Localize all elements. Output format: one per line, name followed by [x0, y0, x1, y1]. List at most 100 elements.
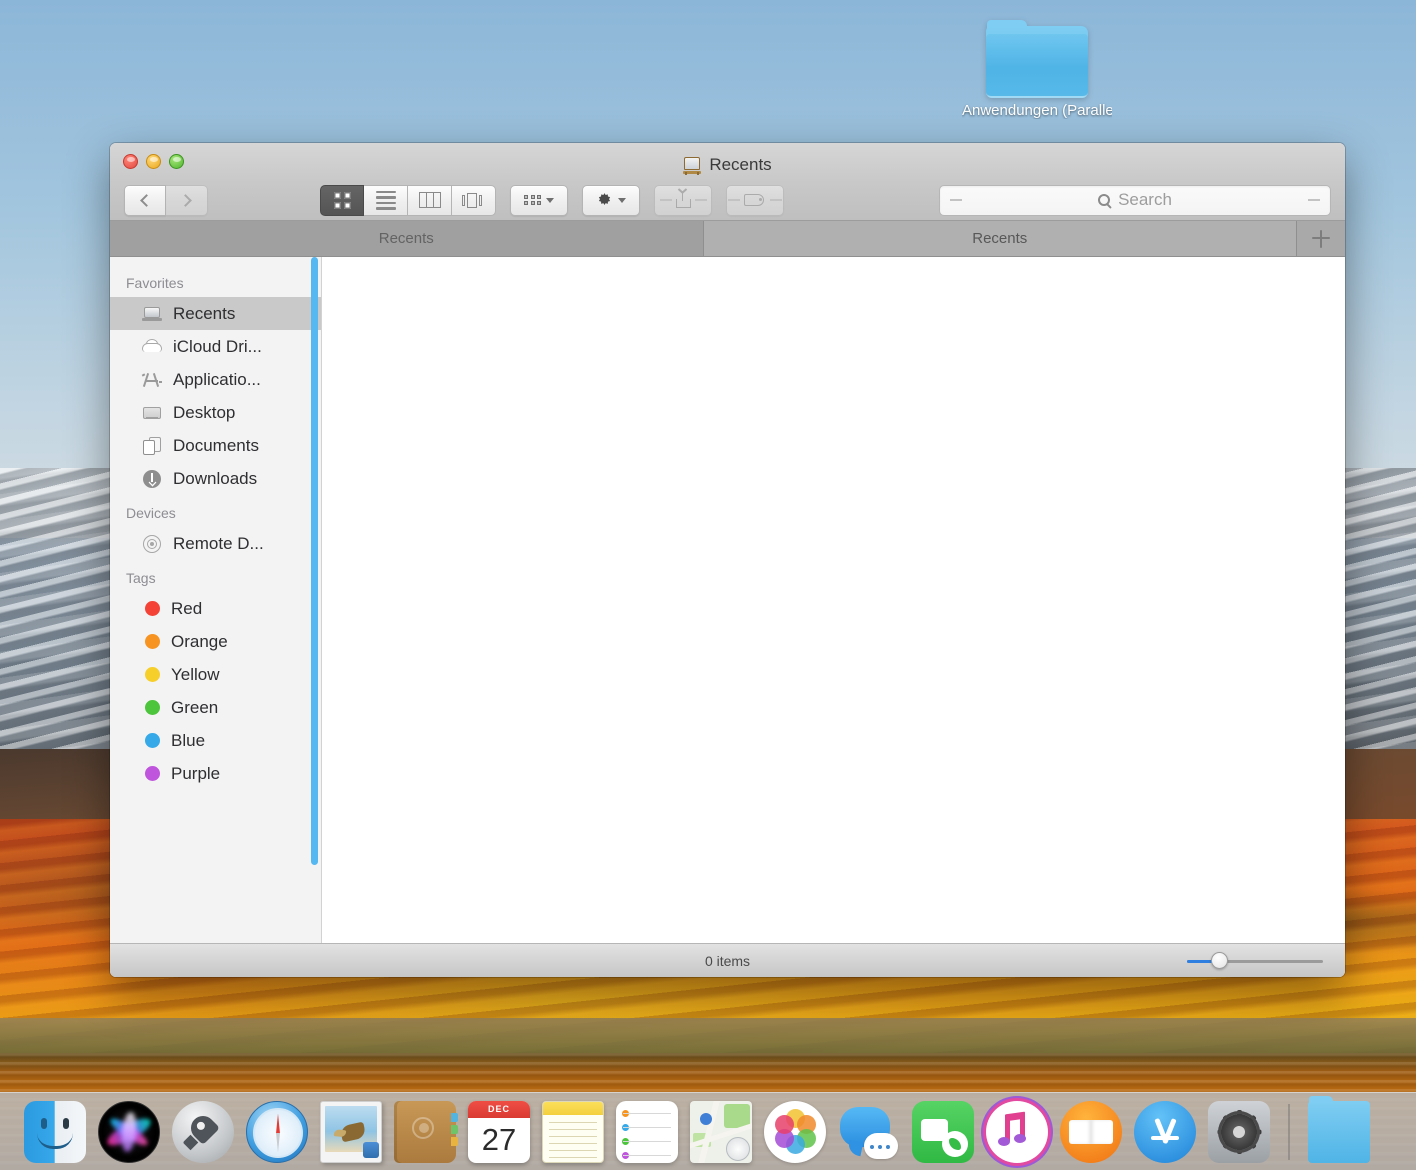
dock-item-appstore[interactable]: [1134, 1100, 1196, 1163]
search-icon: [1098, 194, 1111, 206]
tag-dot-icon: [145, 766, 160, 781]
chevron-right-icon: [178, 193, 192, 207]
dock-item-siri[interactable]: [98, 1100, 160, 1163]
window-body: Favorites Recents iCloud Dri... Applicat…: [110, 257, 1345, 943]
dock-item-messages[interactable]: [838, 1101, 900, 1163]
sidebar-item-label: Blue: [171, 730, 206, 750]
tag-dot-icon: [145, 667, 160, 682]
sidebar-item-tag-orange[interactable]: Orange: [110, 625, 321, 658]
recents-clock-icon: [683, 156, 702, 175]
downloads-icon: [142, 469, 162, 489]
dock-item-itunes[interactable]: [986, 1100, 1048, 1163]
sidebar-item-tag-purple[interactable]: Purple: [110, 757, 321, 790]
dock-item-facetime[interactable]: [912, 1100, 974, 1163]
desktop-icon: [142, 403, 162, 423]
dock-item-downloads-folder[interactable]: [1308, 1095, 1370, 1163]
window-titlebar[interactable]: Recents Search: [110, 143, 1345, 221]
sidebar-item-tag-red[interactable]: Red: [110, 592, 321, 625]
list-view-icon: [375, 190, 396, 210]
sidebar-section-tags-header: Tags: [126, 570, 156, 586]
dock-item-reminders[interactable]: [616, 1100, 678, 1163]
remote-disc-icon: [142, 534, 162, 554]
sidebar-item-label: Purple: [171, 763, 221, 783]
arrange-by-button[interactable]: [510, 184, 568, 216]
sidebar-item-tag-green[interactable]: Green: [110, 691, 321, 724]
desktop-folder-label: Anwendungen (Parallels): [962, 102, 1112, 119]
sidebar-item-remote-disc[interactable]: Remote D...: [110, 527, 321, 560]
close-button[interactable]: [123, 154, 138, 169]
sidebar-item-tag-yellow[interactable]: Yellow: [110, 658, 321, 691]
forward-button[interactable]: [166, 184, 208, 216]
icon-view-icon: [333, 191, 351, 209]
sidebar-item-label: Remote D...: [173, 533, 264, 553]
applications-icon: [141, 370, 162, 390]
sidebar-item-label: Red: [171, 598, 203, 618]
chevron-down-icon: [618, 197, 626, 203]
navigation-buttons: [124, 184, 208, 216]
icon-size-slider[interactable]: [1187, 952, 1323, 969]
tag-dot-icon: [145, 733, 160, 748]
sidebar-item-applications[interactable]: Applicatio...: [110, 363, 321, 396]
sidebar-item-label: Yellow: [171, 664, 220, 684]
maximize-button[interactable]: [169, 154, 184, 169]
tag-dot-icon: [145, 601, 160, 616]
dock-item-notes[interactable]: [542, 1100, 604, 1163]
tag-dot-icon: [145, 634, 160, 649]
dock-item-preview[interactable]: [320, 1100, 382, 1163]
desktop-folder-item[interactable]: Anwendungen (Parallels): [962, 20, 1112, 119]
action-menu-button[interactable]: [582, 184, 640, 216]
search-placeholder: Search: [1118, 190, 1172, 209]
list-view-button[interactable]: [364, 184, 408, 216]
dock-item-launchpad[interactable]: [172, 1100, 234, 1163]
dock-item-safari[interactable]: [246, 1100, 308, 1163]
sidebar-item-recents[interactable]: Recents: [110, 297, 321, 330]
file-content-area[interactable]: [322, 257, 1345, 943]
share-button[interactable]: [654, 184, 712, 216]
tab-recents-2[interactable]: Recents: [703, 221, 1297, 256]
dock-separator: [1288, 1103, 1290, 1160]
sidebar-item-label: iCloud Dri...: [173, 336, 262, 356]
sidebar-item-label: Applicatio...: [173, 369, 261, 389]
tab-recents-1[interactable]: Recents: [110, 221, 704, 256]
documents-icon: [142, 436, 162, 456]
recents-icon: [142, 304, 162, 324]
column-view-button[interactable]: [408, 184, 452, 216]
sidebar-item-icloud-drive[interactable]: iCloud Dri...: [110, 330, 321, 363]
sidebar-item-desktop[interactable]: Desktop: [110, 396, 321, 429]
minimize-button[interactable]: [146, 154, 161, 169]
sidebar-item-label: Green: [171, 697, 219, 717]
edit-tags-button[interactable]: [726, 184, 784, 216]
slider-knob[interactable]: [1211, 952, 1228, 969]
desktop: Anwendungen (Parallels) Recents: [0, 0, 1416, 1170]
tab-label: Recents: [378, 230, 434, 247]
new-tab-button[interactable]: [1297, 221, 1345, 256]
dock-item-finder[interactable]: [24, 1100, 86, 1163]
dock-item-system-preferences[interactable]: [1208, 1100, 1270, 1163]
dock-item-maps[interactable]: [690, 1100, 752, 1163]
gallery-view-button[interactable]: [452, 184, 496, 216]
search-input[interactable]: Search: [939, 184, 1331, 216]
sidebar-item-downloads[interactable]: Downloads: [110, 462, 321, 495]
sidebar-item-label: Documents: [173, 435, 259, 455]
sidebar-section-devices-header: Devices: [126, 505, 176, 521]
dock-item-contacts[interactable]: [394, 1100, 458, 1163]
sidebar-scrollbar[interactable]: [311, 257, 318, 865]
sidebar-item-label: Recents: [173, 303, 236, 323]
share-icon: [675, 192, 691, 208]
folder-icon: [986, 20, 1088, 98]
finder-window: Recents Search Recents Recents Favorites…: [110, 143, 1345, 977]
tag-icon: [744, 194, 766, 206]
gallery-view-icon: [461, 192, 486, 208]
sidebar-item-tag-blue[interactable]: Blue: [110, 724, 321, 757]
dock-item-calendar[interactable]: DEC 27: [468, 1100, 530, 1163]
icon-view-button[interactable]: [320, 184, 364, 216]
dock-item-ibooks[interactable]: [1060, 1100, 1122, 1163]
back-button[interactable]: [124, 184, 166, 216]
sidebar-item-label: Desktop: [173, 402, 236, 422]
sidebar-item-documents[interactable]: Documents: [110, 429, 321, 462]
arrange-grid-icon: [524, 195, 541, 206]
dock-item-photos[interactable]: [764, 1100, 826, 1163]
tab-label: Recents: [972, 230, 1028, 247]
dock: DEC 27: [0, 1092, 1416, 1170]
tab-bar: Recents Recents: [110, 221, 1345, 257]
